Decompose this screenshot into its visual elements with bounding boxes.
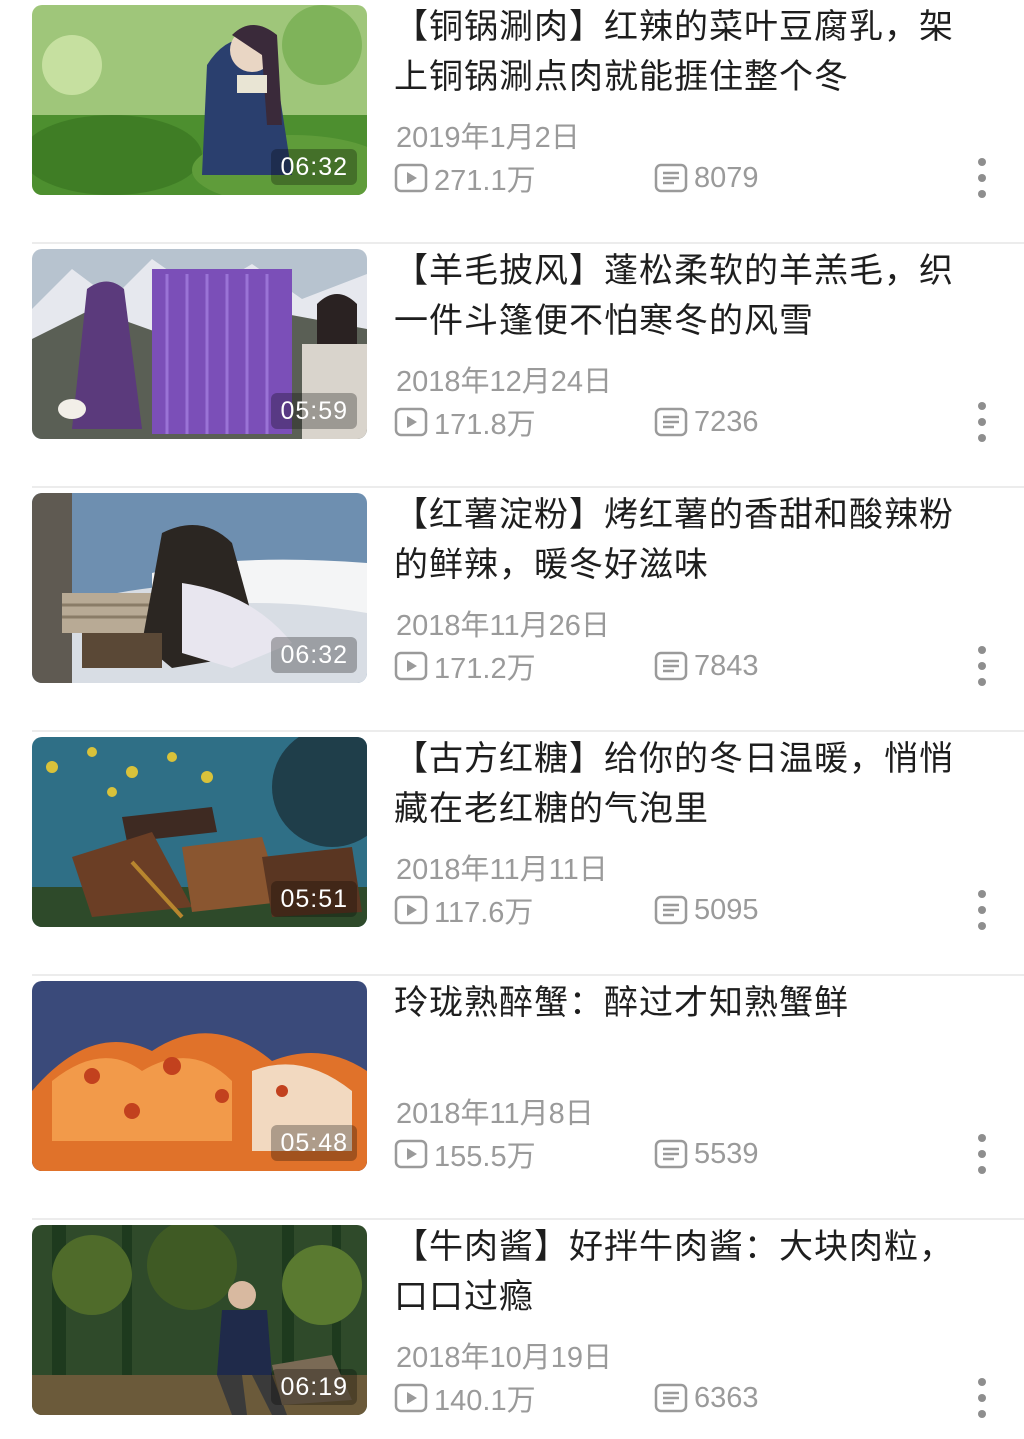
video-item[interactable]: 05:59 【羊毛披风】蓬松柔软的羊羔毛，织一件斗篷便不怕寒冬的风雪 2018年… xyxy=(0,244,1024,488)
video-title[interactable]: 【古方红糖】给你的冬日温暖，悄悄藏在老红糖的气泡里 xyxy=(394,734,984,834)
comment-count-value: 5539 xyxy=(694,1137,759,1170)
comment-count-value: 5095 xyxy=(694,893,759,926)
view-count: 117.6万 xyxy=(394,890,533,930)
view-count: 171.2万 xyxy=(394,646,536,686)
play-icon xyxy=(394,895,428,925)
comment-count-value: 7236 xyxy=(694,405,759,438)
play-icon xyxy=(394,163,428,193)
duration-badge: 06:19 xyxy=(271,1369,357,1405)
view-count: 140.1万 xyxy=(394,1378,536,1418)
duration-badge: 06:32 xyxy=(271,149,357,185)
comment-count: 5539 xyxy=(654,1134,759,1174)
play-icon xyxy=(394,1383,428,1413)
more-vertical-icon[interactable] xyxy=(968,890,996,930)
video-item[interactable]: 06:32 【红薯淀粉】烤红薯的香甜和酸辣粉的鲜辣，暖冬好滋味 2018年11月… xyxy=(0,488,1024,732)
video-item[interactable]: 06:19 【牛肉酱】好拌牛肉酱：大块肉粒，口口过瘾 2018年10月19日 1… xyxy=(0,1220,1024,1439)
comment-count: 7236 xyxy=(654,402,759,442)
comment-count-value: 6363 xyxy=(694,1381,759,1414)
view-count: 271.1万 xyxy=(394,158,536,198)
play-icon xyxy=(394,1139,428,1169)
publish-date: 2019年1月2日 xyxy=(396,122,580,154)
video-title[interactable]: 玲珑熟醉蟹：醉过才知熟蟹鲜 xyxy=(394,978,984,1028)
video-thumbnail[interactable]: 06:32 xyxy=(32,5,367,195)
more-vertical-icon[interactable] xyxy=(968,1378,996,1418)
view-count-value: 171.8万 xyxy=(434,409,536,441)
video-thumbnail[interactable]: 06:32 xyxy=(32,493,367,683)
danmaku-icon xyxy=(654,895,688,925)
more-vertical-icon[interactable] xyxy=(968,402,996,442)
view-count-value: 171.2万 xyxy=(434,653,536,685)
video-title[interactable]: 【羊毛披风】蓬松柔软的羊羔毛，织一件斗篷便不怕寒冬的风雪 xyxy=(394,246,984,346)
publish-date: 2018年11月26日 xyxy=(396,610,610,642)
view-count-value: 117.6万 xyxy=(434,897,534,929)
view-count-value: 271.1万 xyxy=(434,165,536,197)
play-icon xyxy=(394,651,428,681)
danmaku-icon xyxy=(654,651,688,681)
comment-count-value: 8079 xyxy=(694,161,759,194)
video-thumbnail[interactable]: 05:51 xyxy=(32,737,367,927)
duration-badge: 05:48 xyxy=(271,1125,357,1161)
view-count: 155.5万 xyxy=(394,1134,536,1174)
publish-date: 2018年11月8日 xyxy=(396,1098,594,1130)
comment-count-value: 7843 xyxy=(694,649,759,682)
comment-count: 6363 xyxy=(654,1378,759,1418)
video-list: 06:32 【铜锅涮肉】红辣的菜叶豆腐乳，架上铜锅涮点肉就能捱住整个冬 2019… xyxy=(0,0,1024,1439)
more-vertical-icon[interactable] xyxy=(968,158,996,198)
comment-count: 5095 xyxy=(654,890,759,930)
video-item[interactable]: 05:48 玲珑熟醉蟹：醉过才知熟蟹鲜 2018年11月8日 155.5万 55… xyxy=(0,976,1024,1220)
video-item[interactable]: 06:32 【铜锅涮肉】红辣的菜叶豆腐乳，架上铜锅涮点肉就能捱住整个冬 2019… xyxy=(0,0,1024,244)
video-thumbnail[interactable]: 05:59 xyxy=(32,249,367,439)
duration-badge: 05:59 xyxy=(271,393,357,429)
view-count-value: 140.1万 xyxy=(434,1385,536,1417)
danmaku-icon xyxy=(654,407,688,437)
publish-date: 2018年12月24日 xyxy=(396,366,613,398)
view-count: 171.8万 xyxy=(394,402,536,442)
video-thumbnail[interactable]: 05:48 xyxy=(32,981,367,1171)
publish-date: 2018年10月19日 xyxy=(396,1342,613,1374)
duration-badge: 05:51 xyxy=(271,881,357,917)
video-thumbnail[interactable]: 06:19 xyxy=(32,1225,367,1415)
publish-date: 2018年11月11日 xyxy=(396,854,608,886)
video-title[interactable]: 【牛肉酱】好拌牛肉酱：大块肉粒，口口过瘾 xyxy=(394,1222,984,1322)
more-vertical-icon[interactable] xyxy=(968,1134,996,1174)
danmaku-icon xyxy=(654,1139,688,1169)
view-count-value: 155.5万 xyxy=(434,1141,536,1173)
video-title[interactable]: 【铜锅涮肉】红辣的菜叶豆腐乳，架上铜锅涮点肉就能捱住整个冬 xyxy=(394,2,984,102)
danmaku-icon xyxy=(654,1383,688,1413)
video-item[interactable]: 05:51 【古方红糖】给你的冬日温暖，悄悄藏在老红糖的气泡里 2018年11月… xyxy=(0,732,1024,976)
duration-badge: 06:32 xyxy=(271,637,357,673)
danmaku-icon xyxy=(654,163,688,193)
comment-count: 8079 xyxy=(654,158,759,198)
comment-count: 7843 xyxy=(654,646,759,686)
play-icon xyxy=(394,407,428,437)
video-title[interactable]: 【红薯淀粉】烤红薯的香甜和酸辣粉的鲜辣，暖冬好滋味 xyxy=(394,490,984,590)
more-vertical-icon[interactable] xyxy=(968,646,996,686)
